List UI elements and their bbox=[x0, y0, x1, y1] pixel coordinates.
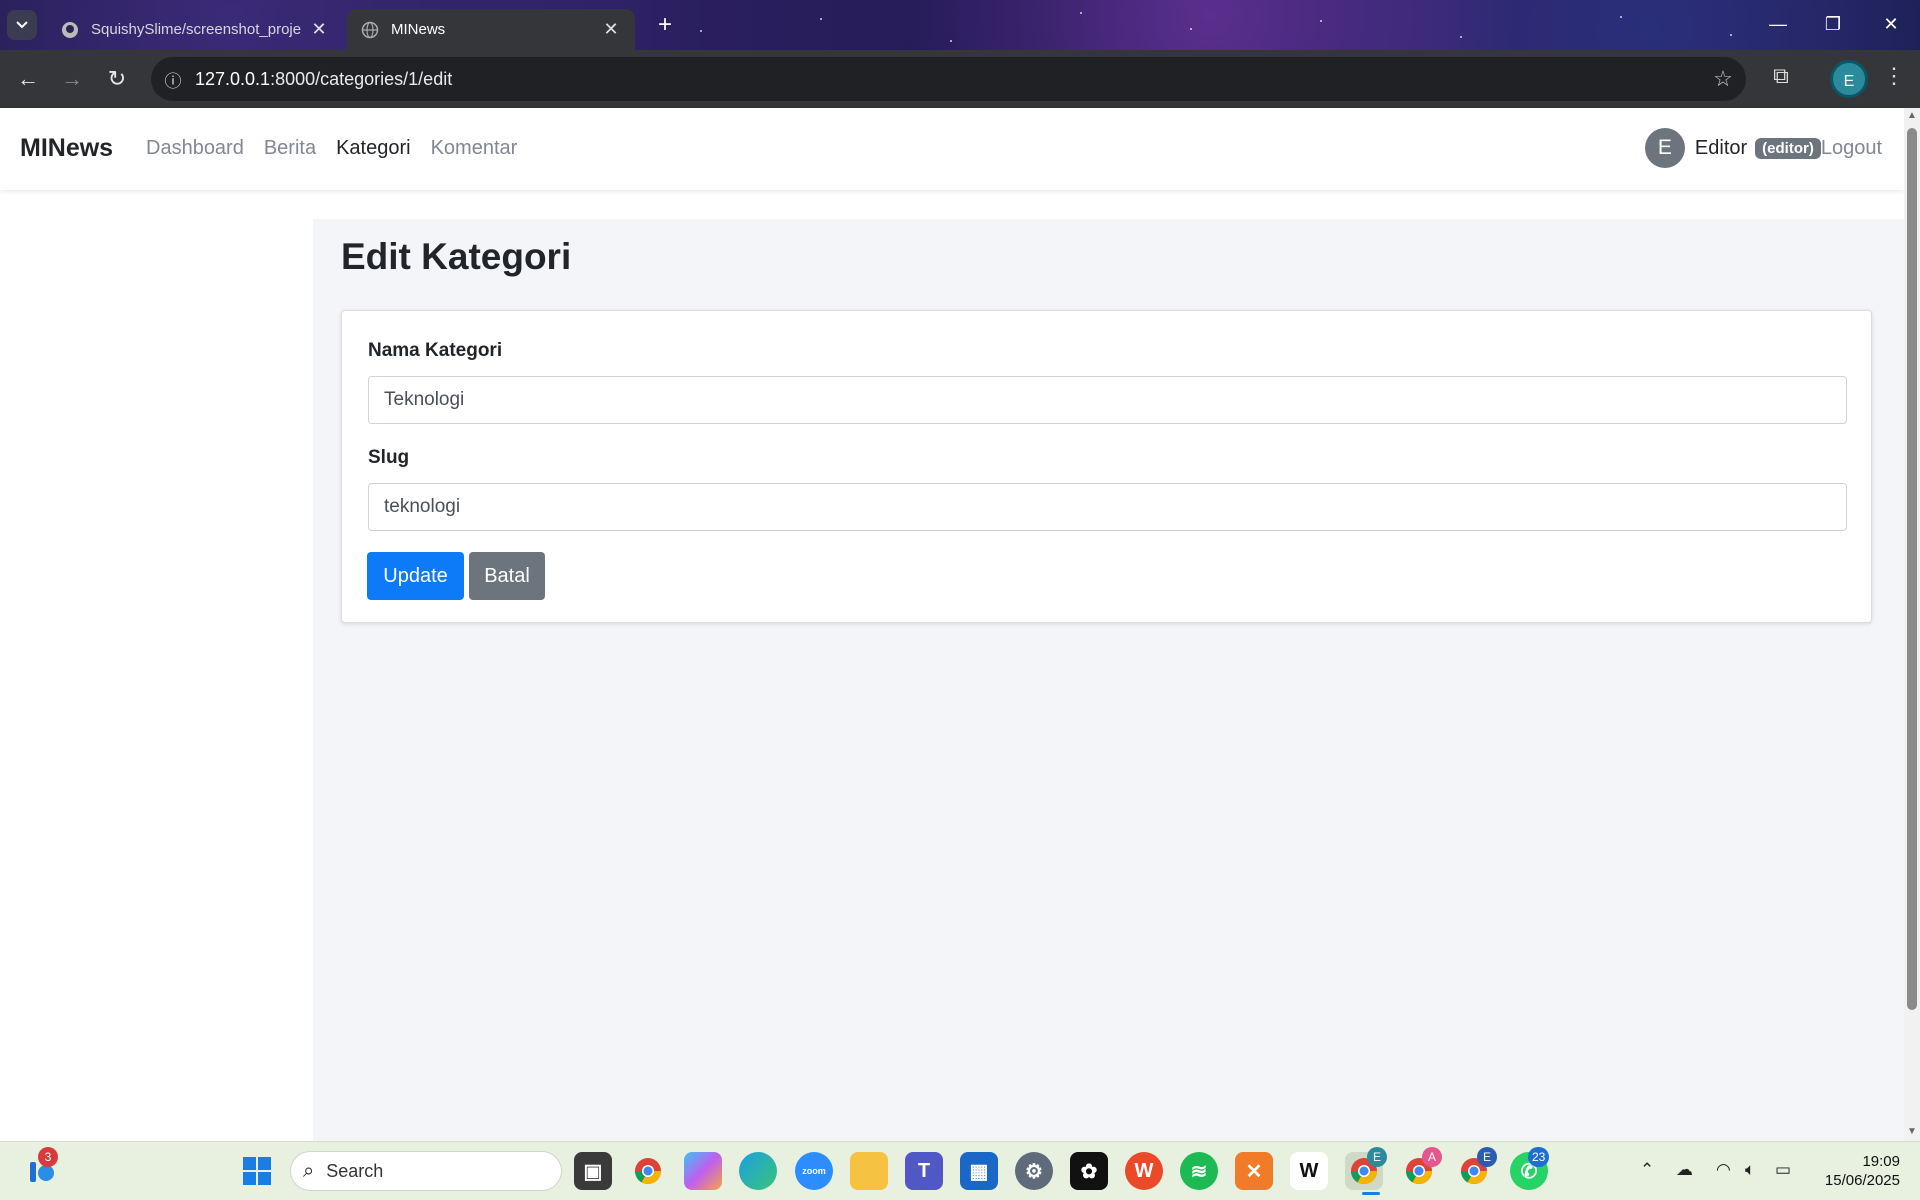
wps-icon[interactable]: W bbox=[1125, 1152, 1163, 1190]
bookmark-star-icon[interactable]: ☆ bbox=[1700, 66, 1746, 92]
wattpad-icon[interactable]: W bbox=[1290, 1152, 1328, 1190]
tab-title: SquishySlime/screenshot_proje bbox=[91, 21, 302, 38]
nav-berita[interactable]: Berita bbox=[264, 137, 316, 160]
close-tab-icon[interactable]: ✕ bbox=[309, 19, 329, 40]
minimize-button[interactable]: — bbox=[1758, 10, 1798, 38]
profile-avatar[interactable]: E bbox=[1830, 60, 1868, 98]
user-name: Editor bbox=[1694, 136, 1748, 159]
cancel-button[interactable]: Batal bbox=[469, 552, 545, 600]
chrome-profile-badge: E bbox=[1367, 1147, 1387, 1167]
extensions-icon[interactable]: ⧉ bbox=[1764, 63, 1798, 95]
clock-time: 19:09 bbox=[1862, 1153, 1900, 1170]
user-menu: E Editor (editor) Logout bbox=[1644, 128, 1882, 168]
scroll-down-icon[interactable]: ▼ bbox=[1904, 1126, 1920, 1137]
search-icon: ⌕ bbox=[303, 1159, 315, 1182]
nav-kategori[interactable]: Kategori bbox=[336, 137, 411, 160]
new-tab-button[interactable]: + bbox=[651, 12, 679, 40]
xampp-icon[interactable]: ✕ bbox=[1235, 1152, 1273, 1190]
tab-title: MINews bbox=[391, 21, 446, 38]
brand-logo[interactable]: MINews bbox=[20, 134, 113, 163]
windows-taskbar: 3 ⌕ Search ▣ zoom T ▦ ⚙ ✿ W ≋ ✕ W E A E … bbox=[0, 1141, 1920, 1200]
name-label: Nama Kategori bbox=[368, 340, 503, 361]
url-text[interactable]: 127.0.0.1:8000/categories/1/edit bbox=[195, 69, 1700, 90]
settings-icon[interactable]: ⚙ bbox=[1015, 1152, 1053, 1190]
browser-toolbar: ← → ↻ ⓘ 127.0.0.1:8000/categories/1/edit… bbox=[0, 50, 1920, 108]
tab-search-button[interactable] bbox=[7, 10, 37, 40]
chrome-profile-badge: A bbox=[1422, 1147, 1442, 1167]
page-viewport: MINews Dashboard Berita Kategori Komenta… bbox=[0, 108, 1904, 1141]
reload-button[interactable]: ↻ bbox=[101, 63, 133, 95]
search-placeholder: Search bbox=[326, 1160, 384, 1181]
taskbar-search[interactable]: ⌕ Search bbox=[290, 1151, 562, 1191]
scrollbar-thumb[interactable] bbox=[1907, 128, 1917, 1010]
widgets-badge: 3 bbox=[38, 1147, 58, 1167]
show-hidden-icons[interactable]: ⌃ bbox=[1640, 1160, 1654, 1180]
chrome-profile-badge: E bbox=[1477, 1147, 1497, 1167]
windows-start-icon[interactable] bbox=[238, 1152, 276, 1190]
browser-menu-icon[interactable]: ⋮ bbox=[1882, 63, 1906, 95]
zoom-icon[interactable]: zoom bbox=[795, 1152, 833, 1190]
main-nav: Dashboard Berita Kategori Komentar bbox=[146, 137, 517, 160]
github-icon bbox=[61, 21, 79, 39]
close-window-button[interactable]: ✕ bbox=[1871, 10, 1911, 38]
active-app-indicator bbox=[1362, 1192, 1380, 1195]
update-button[interactable]: Update bbox=[367, 552, 464, 600]
paw-app-icon[interactable]: ✿ bbox=[1070, 1152, 1108, 1190]
logout-link[interactable]: Logout bbox=[1821, 137, 1882, 160]
forward-button[interactable]: → bbox=[56, 63, 88, 95]
user-avatar: E bbox=[1644, 128, 1685, 168]
nav-komentar[interactable]: Komentar bbox=[431, 137, 518, 160]
page-scrollbar[interactable]: ▲ ▼ bbox=[1904, 108, 1920, 1141]
scroll-up-icon[interactable]: ▲ bbox=[1904, 110, 1920, 121]
edit-category-form: Nama Kategori Slug bbox=[341, 310, 1872, 623]
page-title: Edit Kategori bbox=[341, 236, 572, 277]
edge-icon[interactable] bbox=[739, 1152, 777, 1190]
restore-button[interactable]: ❐ bbox=[1813, 10, 1853, 38]
tab-github[interactable]: SquishySlime/screenshot_proje ✕ bbox=[47, 9, 343, 50]
volume-icon[interactable]: 🔈︎ bbox=[1745, 1160, 1755, 1180]
clock-date: 15/06/2025 bbox=[1824, 1172, 1900, 1189]
spotify-icon[interactable]: ≋ bbox=[1180, 1152, 1218, 1190]
teams-icon[interactable]: T bbox=[905, 1152, 943, 1190]
tab-minews[interactable]: MINews ✕ bbox=[347, 9, 635, 50]
address-bar[interactable]: ⓘ 127.0.0.1:8000/categories/1/edit ☆ bbox=[151, 57, 1746, 101]
wifi-icon[interactable]: ◠ bbox=[1716, 1160, 1731, 1180]
battery-icon[interactable]: ▭ bbox=[1775, 1160, 1791, 1180]
clock[interactable]: 19:09 15/06/2025 bbox=[1800, 1152, 1900, 1190]
task-view-icon[interactable]: ▣ bbox=[574, 1152, 612, 1190]
chrome-icon[interactable] bbox=[629, 1152, 667, 1190]
onedrive-icon[interactable]: ☁ bbox=[1676, 1160, 1693, 1180]
back-button[interactable]: ← bbox=[12, 63, 44, 95]
copilot-icon[interactable] bbox=[684, 1152, 722, 1190]
role-badge: (editor) bbox=[1755, 137, 1821, 159]
close-tab-icon[interactable]: ✕ bbox=[601, 19, 621, 40]
site-info-icon[interactable]: ⓘ bbox=[151, 67, 195, 92]
store-icon[interactable]: ▦ bbox=[960, 1152, 998, 1190]
category-name-input[interactable] bbox=[368, 376, 1847, 424]
slug-label: Slug bbox=[368, 447, 410, 468]
chevron-down-icon bbox=[16, 21, 28, 29]
globe-icon bbox=[361, 21, 379, 39]
nav-dashboard[interactable]: Dashboard bbox=[146, 137, 244, 160]
slug-input[interactable] bbox=[368, 483, 1847, 531]
whatsapp-badge: 23 bbox=[1528, 1147, 1550, 1167]
app-navbar: MINews Dashboard Berita Kategori Komenta… bbox=[0, 108, 1904, 190]
file-explorer-icon[interactable] bbox=[850, 1152, 888, 1190]
